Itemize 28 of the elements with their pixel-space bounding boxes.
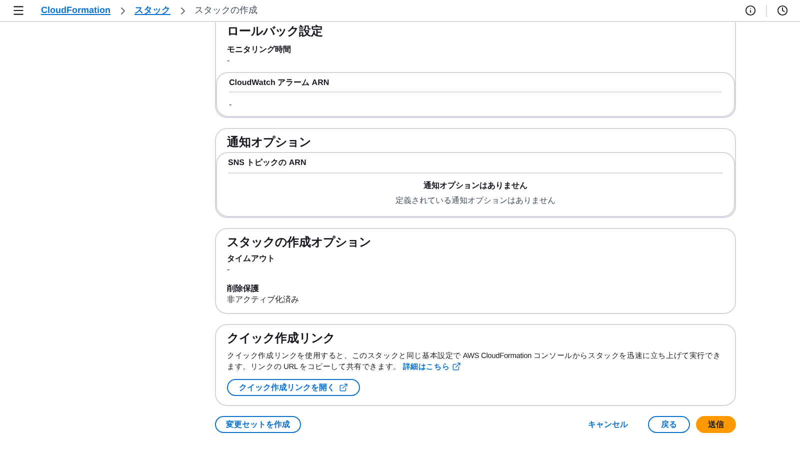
external-link-icon [339,383,348,392]
field-label: タイムアウト [227,253,276,264]
section-title: スタックの作成オプション [227,235,372,250]
breadcrumb-current: スタックの作成 [194,4,258,17]
column-header: CloudWatch アラーム ARN [229,77,722,93]
external-link-icon [452,362,461,371]
menu-icon[interactable] [12,4,25,17]
empty-title: 通知オプションはありません [422,180,528,191]
cancel-button[interactable]: キャンセル [578,416,638,433]
column-header: SNS トピックの ARN [228,157,723,174]
quick-link-button[interactable]: クイック作成リンクを開く [227,379,360,396]
breadcrumb-link[interactable]: スタック [134,4,170,18]
section-title: 通知オプション [226,135,312,150]
table-cell-text: - [229,99,233,110]
section-title: ロールバック設定 [227,24,324,39]
breadcrumb-link[interactable]: CloudFormation [41,4,110,18]
info-icon[interactable] [745,5,756,16]
field-value: 非アクティブ化済み [227,294,300,305]
field-value: - [227,55,231,66]
clock-icon[interactable] [777,5,788,16]
empty-text: 定義されている通知オプションはありません [394,195,556,206]
field-label: モニタリング時間 [227,44,292,55]
submit-button[interactable]: 送信 [696,416,736,433]
field-value: - [227,264,231,275]
section-title: クイック作成リンク [227,331,336,346]
back-button[interactable]: 戻る [648,416,690,433]
create-changeset-button[interactable]: 変更セットを作成 [215,416,301,433]
field-label: 削除保護 [227,283,260,294]
